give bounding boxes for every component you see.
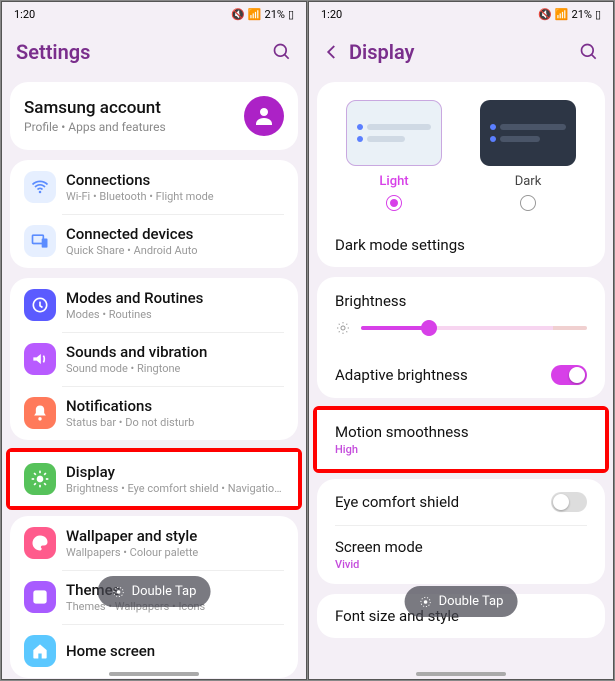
account-subtitle: Profile • Apps and features xyxy=(24,120,166,134)
display-highlight: DisplayBrightness • Eye comfort shield •… xyxy=(6,448,302,510)
settings-group: ConnectionsWi-Fi • Bluetooth • Flight mo… xyxy=(10,160,298,268)
sound-icon xyxy=(24,343,56,375)
settings-screen: 1:20 🔇 📶 21% ▯ Settings Samsung account … xyxy=(1,1,307,680)
row-subtitle: Wallpapers • Colour palette xyxy=(66,546,284,559)
eye-label: Eye comfort shield xyxy=(335,493,459,511)
theme-option-dark[interactable]: Dark xyxy=(480,100,576,215)
dark-mode-settings-row[interactable]: Dark mode settings xyxy=(317,223,605,267)
row-title: Sounds and vibration xyxy=(66,343,284,361)
light-label: Light xyxy=(346,174,442,189)
sun-icon xyxy=(335,320,351,336)
display-screen: 1:20 🔇 📶 21% ▯ Display Light xyxy=(308,1,614,680)
brightness-card: Brightness Adaptive brightness xyxy=(317,277,605,398)
row-subtitle: Modes • Routines xyxy=(66,308,284,321)
display-options-card: Eye comfort shield Screen mode Vivid xyxy=(317,479,605,584)
gesture-bar[interactable] xyxy=(416,672,506,676)
gesture-bar[interactable] xyxy=(109,672,199,676)
theme-card: Light Dark Dark mode settings xyxy=(317,82,605,267)
settings-row-home-screen[interactable]: Home screen xyxy=(10,624,298,678)
row-title: Modes and Routines xyxy=(66,289,284,307)
tap-icon xyxy=(112,585,126,599)
dark-label: Dark xyxy=(480,174,576,189)
row-title: Connected devices xyxy=(66,225,284,243)
row-title: Display xyxy=(66,463,284,481)
screen-mode-value: Vivid xyxy=(335,558,423,571)
radio-dark[interactable] xyxy=(520,195,536,211)
theme-option-light[interactable]: Light xyxy=(346,100,442,215)
motion-highlight: Motion smoothness High xyxy=(313,406,609,473)
row-title: Connections xyxy=(66,171,284,189)
row-subtitle: Sound mode • Ringtone xyxy=(66,362,284,375)
radio-light[interactable] xyxy=(386,195,402,211)
settings-row-connections[interactable]: ConnectionsWi-Fi • Bluetooth • Flight mo… xyxy=(10,160,298,214)
brightness-label: Brightness xyxy=(317,277,605,316)
motion-label: Motion smoothness xyxy=(335,423,469,441)
mute-icon: 🔇 xyxy=(231,8,245,21)
eye-toggle[interactable] xyxy=(551,492,587,512)
brightness-slider[interactable] xyxy=(361,326,587,330)
row-title: Notifications xyxy=(66,397,284,415)
battery-label: 21% xyxy=(265,8,285,21)
header: Display xyxy=(309,26,613,82)
page-title: Display xyxy=(349,40,414,64)
search-icon[interactable] xyxy=(579,42,599,62)
row-subtitle: Status bar • Do not disturb xyxy=(66,416,284,429)
battery-icon: ▯ xyxy=(595,8,601,21)
home-icon xyxy=(24,635,56,667)
settings-row-wallpaper-and-style[interactable]: Wallpaper and styleWallpapers • Colour p… xyxy=(10,516,298,570)
settings-row-display[interactable]: DisplayBrightness • Eye comfort shield •… xyxy=(10,452,298,506)
adaptive-brightness-row[interactable]: Adaptive brightness xyxy=(317,352,605,398)
sun-icon xyxy=(24,463,56,495)
screen-mode-label: Screen mode xyxy=(335,538,423,556)
motion-value: High xyxy=(335,443,469,456)
wifi-icon: 📶 xyxy=(555,8,569,21)
double-tap-label: Double Tap xyxy=(439,594,504,609)
settings-row-notifications[interactable]: NotificationsStatus bar • Do not disturb xyxy=(10,386,298,440)
page-title: Settings xyxy=(16,40,90,64)
row-title: Home screen xyxy=(66,642,284,660)
wifi-icon xyxy=(24,171,56,203)
routine-icon xyxy=(24,289,56,321)
samsung-account-row[interactable]: Samsung account Profile • Apps and featu… xyxy=(10,82,298,150)
status-bar: 1:20 🔇 📶 21% ▯ xyxy=(309,2,613,26)
header: Settings xyxy=(2,26,306,82)
screen-mode-row[interactable]: Screen mode Vivid xyxy=(317,525,605,584)
adaptive-toggle[interactable] xyxy=(551,365,587,385)
settings-group: DisplayBrightness • Eye comfort shield •… xyxy=(10,452,298,506)
eye-comfort-row[interactable]: Eye comfort shield xyxy=(317,479,605,525)
row-subtitle: Quick Share • Android Auto xyxy=(66,244,284,257)
bell-icon xyxy=(24,397,56,429)
status-time: 1:20 xyxy=(14,8,35,21)
row-subtitle: Brightness • Eye comfort shield • Naviga… xyxy=(66,482,284,495)
motion-smoothness-row[interactable]: Motion smoothness High xyxy=(317,410,605,469)
double-tap-hint: Double Tap xyxy=(405,586,518,617)
adaptive-label: Adaptive brightness xyxy=(335,366,468,384)
slider-thumb[interactable] xyxy=(421,320,437,336)
double-tap-hint: Double Tap xyxy=(98,576,211,607)
dark-preview xyxy=(480,100,576,166)
palette-icon xyxy=(24,527,56,559)
row-title: Wallpaper and style xyxy=(66,527,284,545)
status-time: 1:20 xyxy=(321,8,342,21)
settings-row-modes-and-routines[interactable]: Modes and RoutinesModes • Routines xyxy=(10,278,298,332)
battery-icon: ▯ xyxy=(288,8,294,21)
settings-row-sounds-and-vibration[interactable]: Sounds and vibrationSound mode • Rington… xyxy=(10,332,298,386)
battery-label: 21% xyxy=(572,8,592,21)
back-icon[interactable] xyxy=(323,43,341,61)
theme-icon xyxy=(24,581,56,613)
mute-icon: 🔇 xyxy=(538,8,552,21)
devices-icon xyxy=(24,225,56,257)
light-preview xyxy=(346,100,442,166)
account-title: Samsung account xyxy=(24,98,166,118)
double-tap-label: Double Tap xyxy=(132,584,197,599)
settings-group: Modes and RoutinesModes • RoutinesSounds… xyxy=(10,278,298,440)
avatar-icon xyxy=(244,96,284,136)
search-icon[interactable] xyxy=(272,42,292,62)
tap-icon xyxy=(419,595,433,609)
wifi-icon: 📶 xyxy=(248,8,262,21)
settings-row-connected-devices[interactable]: Connected devicesQuick Share • Android A… xyxy=(10,214,298,268)
row-subtitle: Wi-Fi • Bluetooth • Flight mode xyxy=(66,190,284,203)
status-bar: 1:20 🔇 📶 21% ▯ xyxy=(2,2,306,26)
dark-mode-label: Dark mode settings xyxy=(335,236,465,254)
